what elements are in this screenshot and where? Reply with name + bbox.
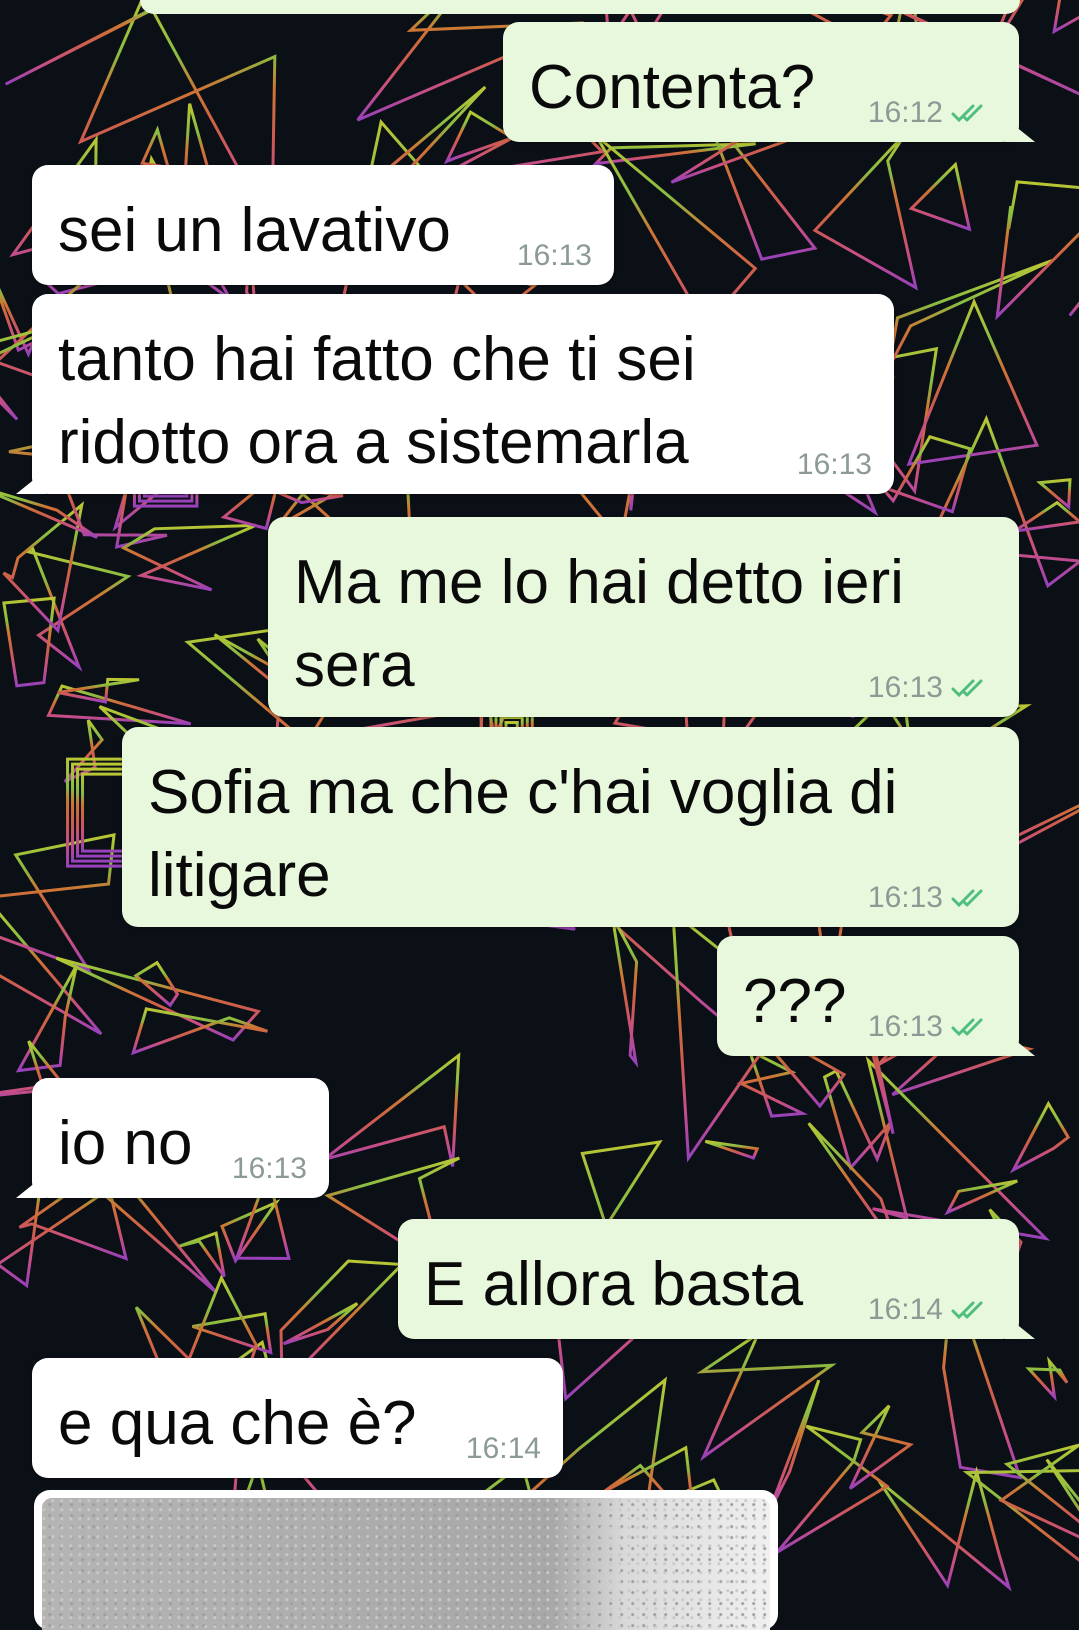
incoming-image-message[interactable] — [34, 1490, 778, 1630]
outgoing-message[interactable]: Sofia ma che c'hai voglia di litigare 16… — [122, 727, 1019, 927]
message-time: 16:13 — [231, 1152, 307, 1185]
double-check-icon — [951, 889, 983, 908]
message-time: 16:13 — [796, 448, 872, 481]
chat-message-list[interactable]: Contenta? 16:12 sei un lavativo 16:13 ta… — [0, 0, 1079, 1630]
outgoing-message[interactable]: ??? 16:13 — [717, 936, 1035, 1056]
message-time: 16:13 — [867, 1010, 943, 1043]
message-meta: 16:13 — [517, 241, 592, 271]
message-meta: 16:13 — [868, 673, 997, 703]
message-meta: 16:14 — [466, 1434, 541, 1464]
message-time: 16:14 — [465, 1432, 541, 1465]
double-check-icon — [951, 104, 983, 123]
double-check-icon — [951, 1018, 983, 1037]
outgoing-message[interactable]: Ma me lo hai detto ieri sera 16:13 — [268, 517, 1019, 717]
outgoing-message[interactable]: Contenta? 16:12 — [503, 22, 1035, 142]
message-text: tanto hai fatto che ti sei ridotto ora a… — [58, 325, 696, 477]
message-meta: 16:13 — [232, 1154, 307, 1184]
message-text: Sofia ma che c'hai voglia di litigare — [148, 758, 898, 910]
incoming-message[interactable]: e qua che è? 16:14 — [32, 1358, 563, 1478]
message-time: 16:13 — [867, 671, 943, 704]
double-check-icon — [951, 679, 983, 698]
double-check-icon — [951, 1301, 983, 1320]
message-time: 16:13 — [867, 881, 943, 914]
message-text: sei un lavativo — [58, 196, 451, 265]
message-meta: 16:13 — [797, 450, 872, 480]
message-time: 16:12 — [867, 96, 943, 129]
message-meta: 16:13 — [868, 1012, 997, 1042]
message-meta: 16:14 — [868, 1295, 997, 1325]
previous-message-bubble[interactable] — [140, 0, 1020, 14]
message-meta: 16:13 — [868, 883, 997, 913]
photo-thumbnail[interactable] — [42, 1498, 770, 1630]
incoming-message[interactable]: sei un lavativo 16:13 — [32, 165, 614, 285]
outgoing-message[interactable]: E allora basta 16:14 — [398, 1219, 1035, 1339]
incoming-message[interactable]: tanto hai fatto che ti sei ridotto ora a… — [16, 294, 894, 494]
message-time: 16:14 — [867, 1293, 943, 1326]
message-meta: 16:12 — [868, 98, 997, 128]
message-time: 16:13 — [516, 239, 592, 272]
incoming-message[interactable]: io no 16:13 — [16, 1078, 329, 1198]
